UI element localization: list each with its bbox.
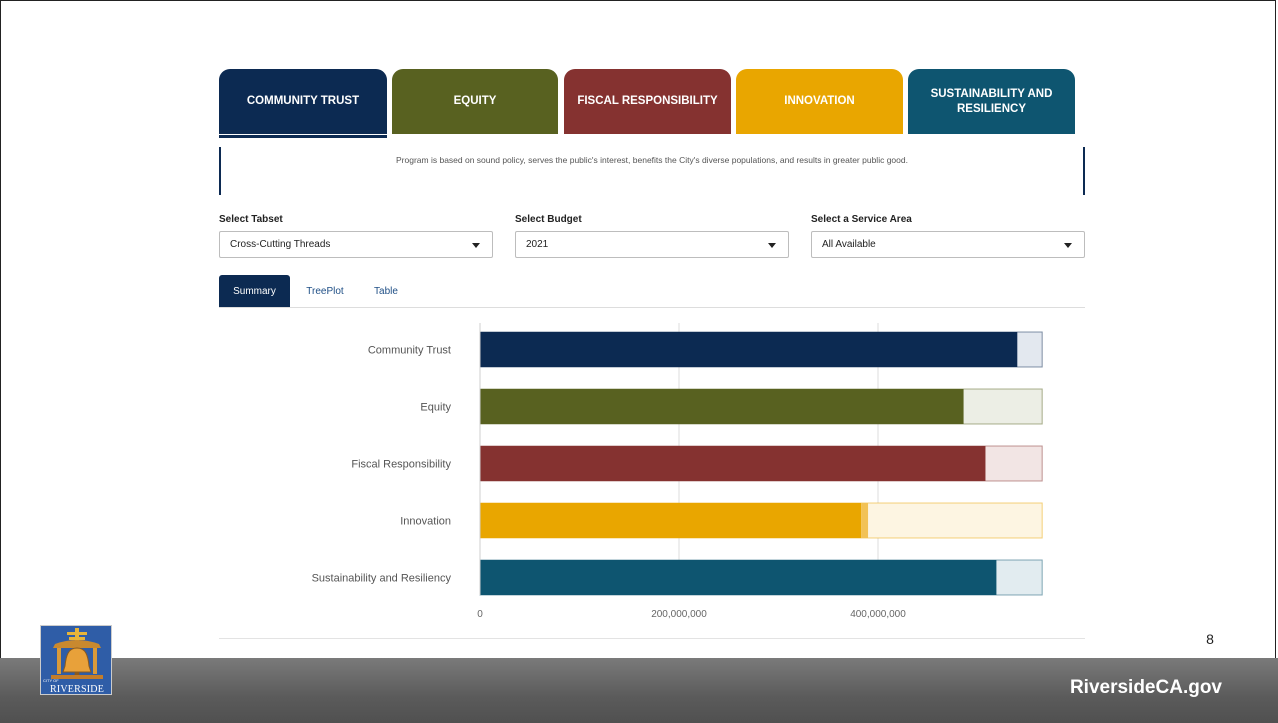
bar-segment-3: [861, 503, 869, 538]
tab-treeplot[interactable]: TreePlot: [295, 275, 355, 307]
tab-innovation[interactable]: INNOVATION: [736, 69, 903, 134]
tab-summary[interactable]: Summary: [219, 275, 290, 307]
select-tabset[interactable]: Cross-Cutting Threads: [219, 231, 493, 258]
category-label: Sustainability and Resiliency: [312, 573, 452, 585]
logo-city-of: CITY OF: [43, 678, 59, 683]
x-tick-label: 400,000,000: [850, 609, 906, 620]
category-label: Community Trust: [368, 345, 451, 357]
bar-3: [480, 503, 862, 538]
select-service-area[interactable]: All Available: [811, 231, 1085, 258]
tab-label: COMMUNITY TRUST: [246, 95, 360, 107]
category-label: Innovation: [400, 516, 451, 528]
x-tick-label: 200,000,000: [651, 609, 707, 620]
bar-4: [480, 560, 997, 595]
tab-label: SUSTAINABILITY AND RESILIENCY: [930, 87, 1053, 115]
logo-name: RIVERSIDE: [49, 684, 105, 695]
select-budget[interactable]: 2021: [515, 231, 789, 258]
bar-2: [480, 446, 986, 481]
view-tabs: Summary TreePlot Table: [219, 275, 1085, 308]
select-tabset-value: Cross-Cutting Threads: [230, 239, 331, 250]
tab-label: EQUITY: [453, 95, 497, 107]
footer-site-url[interactable]: RiversideCA.gov: [1070, 677, 1222, 699]
tab-label: INNOVATION: [784, 95, 855, 107]
tab-equity[interactable]: EQUITY: [392, 69, 558, 134]
x-tick-label: 0: [477, 609, 483, 620]
select-service-area-label: Select a Service Area: [811, 214, 912, 225]
select-tabset-label: Select Tabset: [219, 214, 283, 225]
tab-sustainability-and-resiliency[interactable]: SUSTAINABILITY AND RESILIENCY: [908, 69, 1075, 134]
select-budget-label: Select Budget: [515, 214, 582, 225]
select-service-area-value: All Available: [822, 239, 876, 250]
category-label: Equity: [420, 402, 451, 414]
tab-table[interactable]: Table: [364, 275, 408, 307]
tab-fiscal-responsibility[interactable]: FISCAL RESPONSIBILITY: [564, 69, 731, 134]
bar-0: [480, 332, 1018, 367]
city-logo: CITY OF RIVERSIDE: [40, 625, 112, 695]
page-number: 8: [1206, 631, 1214, 647]
caret-down-icon: [768, 243, 776, 248]
tab-label: FISCAL RESPONSIBILITY: [577, 95, 718, 107]
select-budget-value: 2021: [526, 239, 549, 250]
caret-down-icon: [472, 243, 480, 248]
bell-icon: [41, 626, 111, 682]
summary-bar-chart: Community Trust Equity Fiscal Responsibili…: [312, 323, 1043, 620]
description-text: Program is based on sound policy, serves…: [396, 155, 908, 165]
caret-down-icon: [1064, 243, 1072, 248]
tab-community-trust[interactable]: COMMUNITY TRUST: [219, 69, 387, 138]
bar-1: [480, 389, 964, 424]
category-label: Fiscal Responsibility: [351, 459, 451, 471]
divider: [219, 638, 1085, 639]
